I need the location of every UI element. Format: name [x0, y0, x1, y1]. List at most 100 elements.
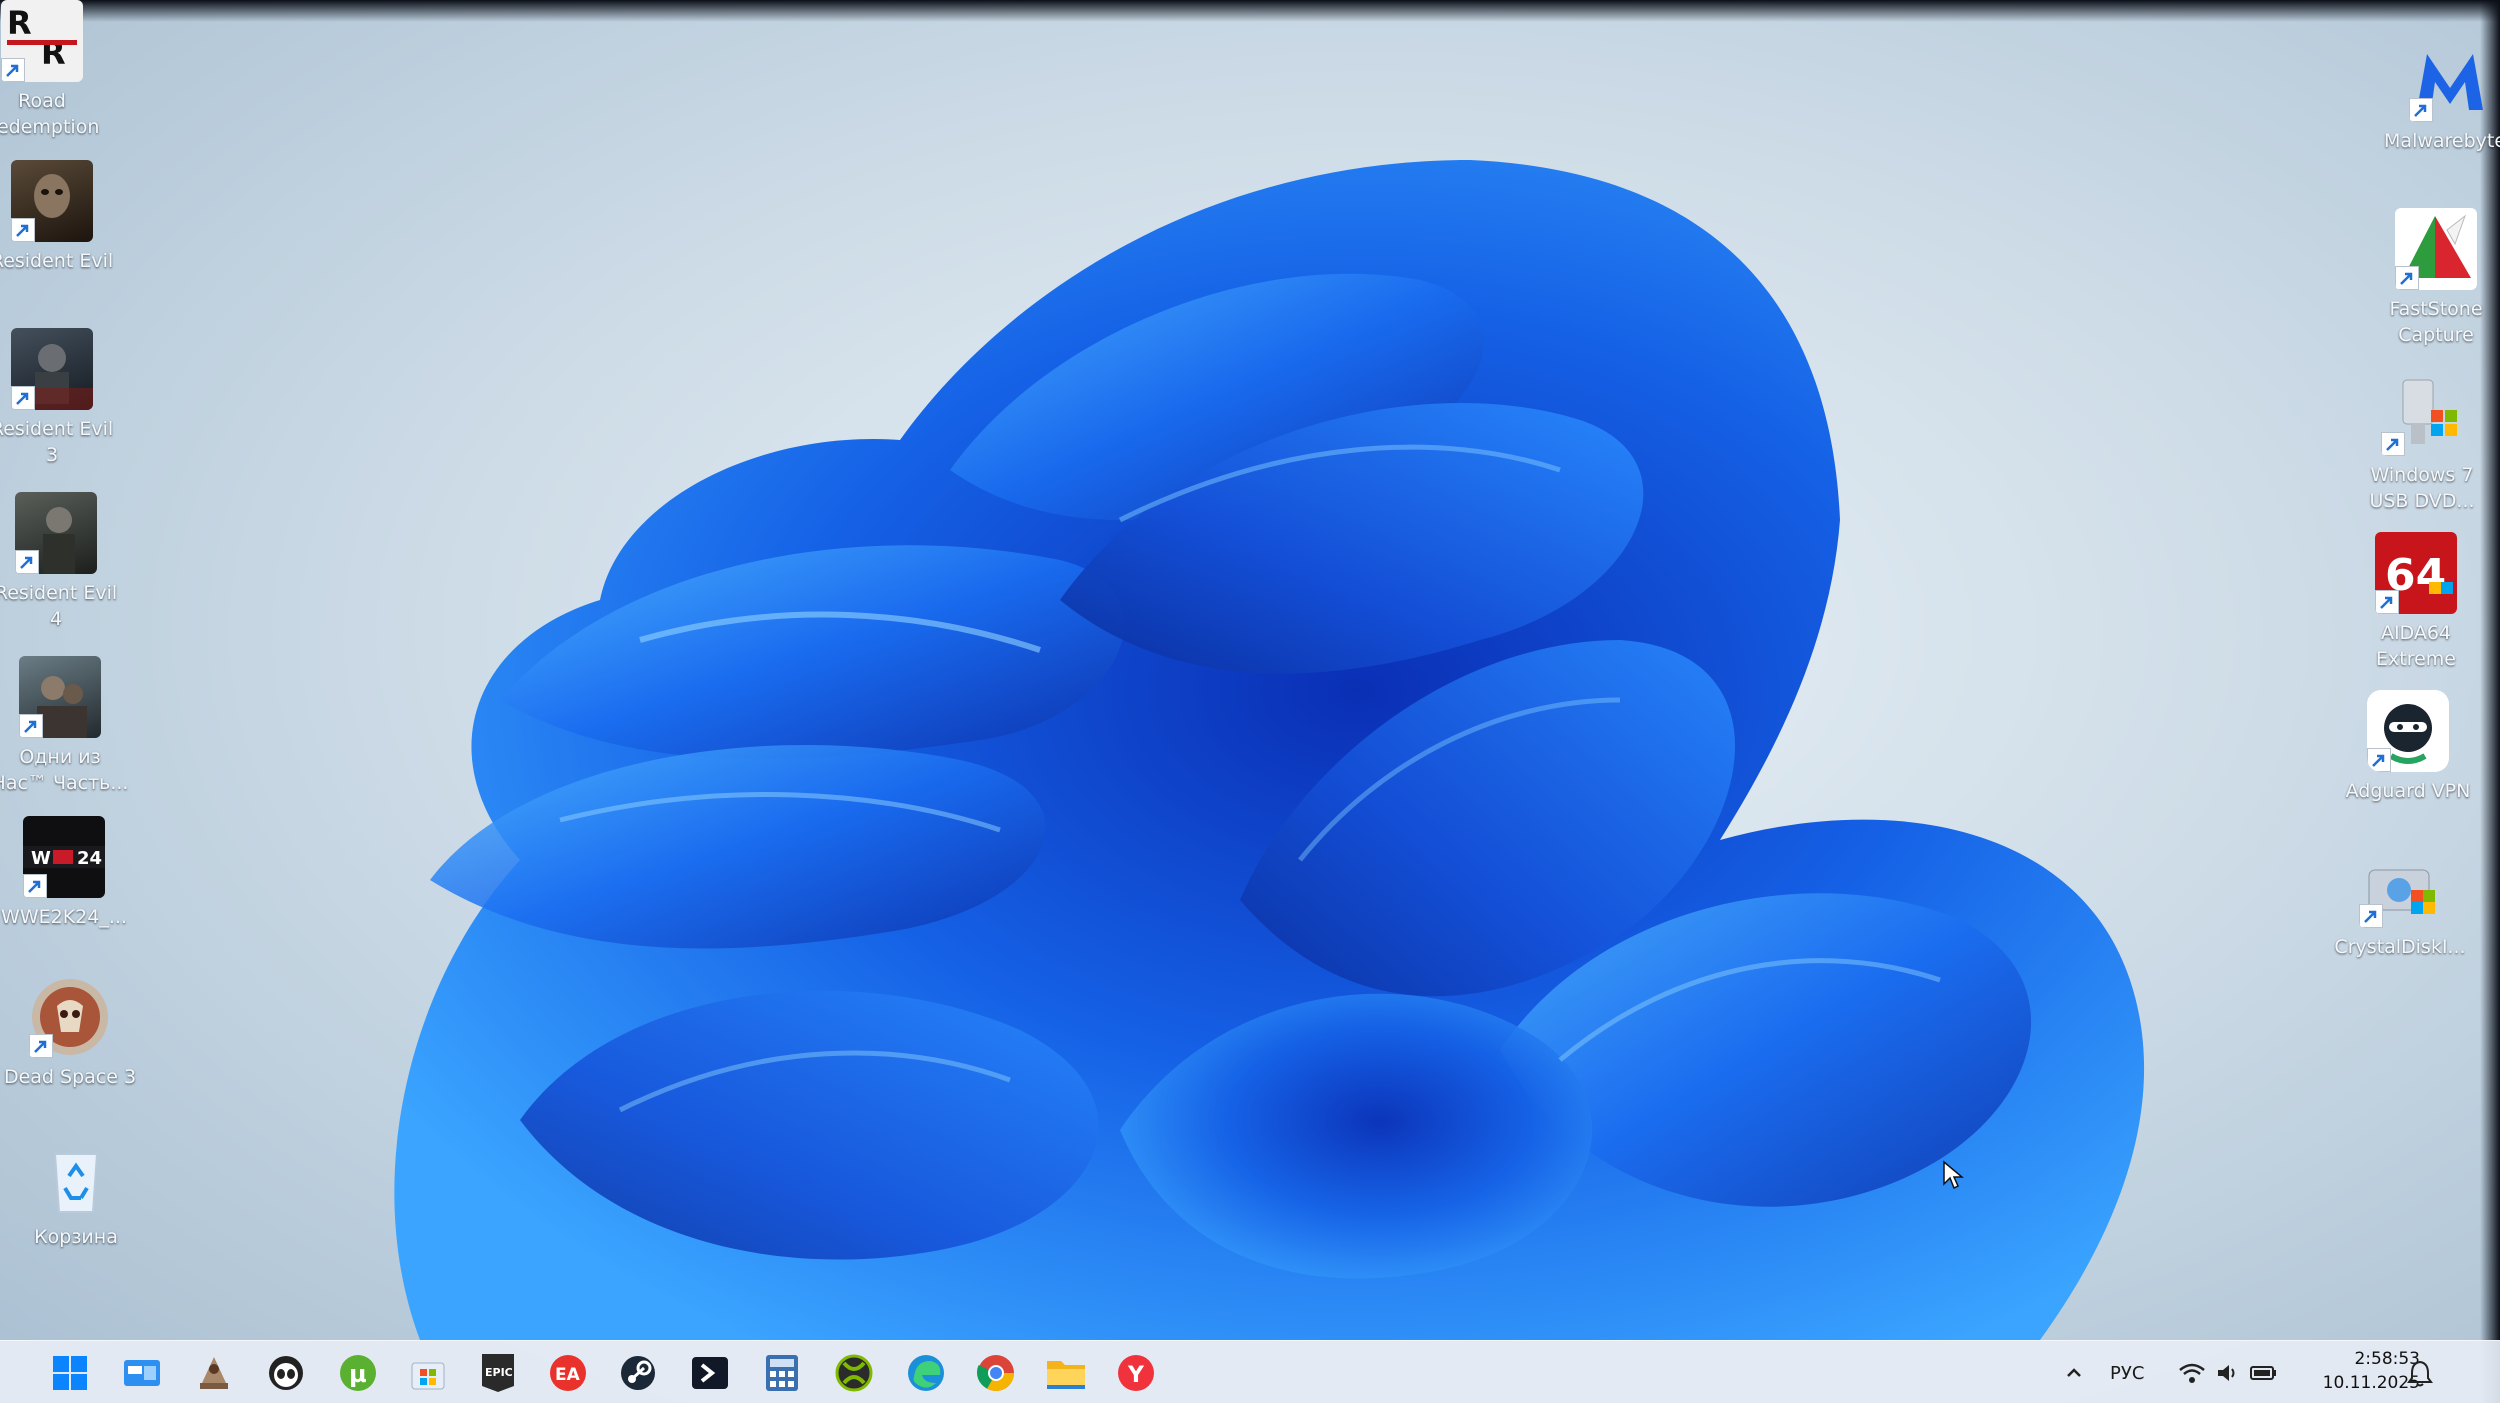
desktop-icon-dead-space-3[interactable]: Dead Space 3 — [0, 976, 140, 1090]
shortcut-arrow-icon — [1, 58, 25, 82]
shortcut-arrow-icon — [2409, 98, 2433, 122]
store-icon — [411, 1362, 445, 1390]
shortcut-arrow-icon — [19, 714, 43, 738]
wallpaper-bloom — [394, 160, 2145, 1340]
desktop-icon-label: Resident Evil 4 — [0, 582, 118, 630]
taskbar-app-utorrent[interactable]: µ — [336, 1351, 380, 1395]
file-explorer-icon — [1047, 1361, 1085, 1389]
mouse-cursor-icon — [1943, 1160, 1964, 1190]
faststone-capture-icon — [2395, 208, 2477, 290]
road-redemption-icon: RR — [1, 0, 83, 82]
shortcut-arrow-icon — [11, 218, 35, 242]
svg-text:EA: EA — [555, 1365, 581, 1385]
widgets-icon — [124, 1360, 160, 1386]
shortcut-arrow-icon — [29, 1034, 53, 1058]
taskbar-app-game[interactable] — [192, 1351, 236, 1395]
taskbar-app-calculator[interactable] — [760, 1351, 804, 1395]
crystaldisk-icon — [2359, 846, 2441, 928]
desktop-icon-label: FastStone Capture — [2389, 298, 2483, 346]
desktop-icon-label: Одни из Нас™ Часть... — [0, 746, 129, 794]
svg-text:EPIC: EPIC — [485, 1366, 513, 1379]
dead-space-3-icon — [29, 976, 111, 1058]
desktop-icon-windows7-usb-dvd[interactable]: Windows 7 USB DVD... — [2352, 374, 2492, 514]
bell-icon — [2407, 1360, 2433, 1387]
aida64-icon: 64 — [2375, 532, 2457, 614]
taskbar-app-steam[interactable] — [616, 1351, 660, 1395]
desktop-icon-road-redemption[interactable]: RR Road Redemption — [0, 0, 112, 140]
taskbar-app-terminal[interactable] — [688, 1351, 732, 1395]
desktop-icon-label: Windows 7 USB DVD... — [2369, 464, 2475, 512]
shortcut-arrow-icon — [11, 386, 35, 410]
desktop-icon-recycle-bin[interactable]: Корзина — [6, 1136, 146, 1250]
desktop-icon-label: Resident Evil 3 — [0, 418, 114, 466]
svg-text:W: W — [31, 848, 51, 869]
desktop-icon-label: Adguard VPN — [2345, 780, 2471, 802]
taskbar-app-widgets[interactable] — [120, 1351, 164, 1395]
taskbar-app-xbox[interactable] — [832, 1351, 876, 1395]
desktop-icon-the-last-of-us[interactable]: Одни из Нас™ Часть... — [0, 656, 130, 796]
chevron-up-icon — [2067, 1368, 2081, 1377]
screen-bezel-top — [0, 0, 2500, 22]
shortcut-arrow-icon — [2375, 590, 2399, 614]
shortcut-arrow-icon — [2359, 904, 2383, 928]
shortcut-arrow-icon — [2367, 748, 2391, 772]
xbox-icon — [835, 1354, 873, 1392]
shortcut-arrow-icon — [15, 550, 39, 574]
start-button[interactable] — [48, 1351, 92, 1395]
resident-evil-4-icon — [15, 492, 97, 574]
battery-button[interactable] — [2242, 1351, 2286, 1395]
shortcut-arrow-icon — [2381, 432, 2405, 456]
terminal-icon — [692, 1357, 728, 1389]
desktop-icon-resident-evil-3[interactable]: Resident Evil 3 — [0, 328, 122, 468]
recycle-bin-icon — [35, 1136, 117, 1218]
svg-text:µ: µ — [349, 1360, 367, 1388]
malwarebytes-icon — [2409, 40, 2491, 122]
desktop-icon-malwarebytes[interactable]: Malwarebytes — [2380, 40, 2500, 154]
taskbar-app-panda[interactable] — [264, 1351, 308, 1395]
chrome-icon — [976, 1355, 1014, 1392]
desktop-icon-label: Dead Space 3 — [3, 1066, 137, 1088]
battery-icon — [2250, 1366, 2276, 1380]
game-app-icon — [200, 1357, 228, 1389]
desktop-icon-aida64-extreme[interactable]: 64 AIDA64 Extreme — [2346, 532, 2486, 672]
desktop-screen: RR Road Redemption Resident Evil Residen… — [0, 0, 2500, 1403]
svg-text:R: R — [41, 34, 66, 72]
the-last-of-us-icon — [19, 656, 101, 738]
speaker-icon — [2218, 1365, 2235, 1381]
wwe2k24-icon: W 24 — [23, 816, 105, 898]
desktop-icon-resident-evil-4[interactable]: Resident Evil 4 — [0, 492, 126, 632]
desktop-icon-label: CrystalDiskI... — [2334, 936, 2466, 958]
desktop-icon-crystaldisk[interactable]: CrystalDiskI... — [2330, 846, 2470, 960]
usb-dvd-tool-icon — [2381, 374, 2463, 456]
desktop-icon-label: Road Redemption — [0, 90, 100, 138]
utorrent-icon: µ — [340, 1355, 376, 1391]
steam-icon — [621, 1356, 655, 1390]
desktop-icon-label: Malwarebytes — [2384, 130, 2500, 152]
desktop-icon-adguard-vpn[interactable]: Adguard VPN — [2338, 690, 2478, 804]
calculator-icon — [766, 1355, 798, 1391]
taskbar-app-yandex-browser[interactable]: Y — [1114, 1351, 1158, 1395]
show-hidden-icons-button[interactable] — [2052, 1351, 2096, 1395]
windows-start-icon — [53, 1356, 87, 1390]
desktop-icon-label: AIDA64 Extreme — [2376, 622, 2456, 670]
notifications-button[interactable] — [2398, 1351, 2442, 1395]
shortcut-arrow-icon — [2395, 266, 2419, 290]
adguard-vpn-icon — [2367, 690, 2449, 772]
taskbar-app-store[interactable] — [406, 1351, 450, 1395]
taskbar-app-file-explorer[interactable] — [1044, 1351, 1088, 1395]
resident-evil-3-icon — [11, 328, 93, 410]
desktop-icon-wwe2k24[interactable]: W 24 WWE2K24_... — [0, 816, 134, 930]
taskbar-app-epic-games[interactable]: EPIC — [476, 1351, 520, 1395]
desktop-icon-faststone-capture[interactable]: FastStone Capture — [2366, 208, 2500, 348]
yandex-browser-icon: Y — [1118, 1355, 1154, 1391]
input-language-indicator[interactable]: РУС — [2110, 1363, 2144, 1384]
desktop-icon-resident-evil[interactable]: Resident Evil — [0, 160, 122, 274]
ea-icon: EA — [550, 1355, 586, 1391]
taskbar-app-chrome[interactable] — [974, 1351, 1018, 1395]
wifi-icon — [2179, 1363, 2205, 1383]
svg-text:R: R — [7, 4, 32, 42]
edge-icon — [908, 1355, 944, 1391]
taskbar-app-edge[interactable] — [904, 1351, 948, 1395]
taskbar-app-ea[interactable]: EA — [546, 1351, 590, 1395]
panda-app-icon — [269, 1356, 303, 1390]
